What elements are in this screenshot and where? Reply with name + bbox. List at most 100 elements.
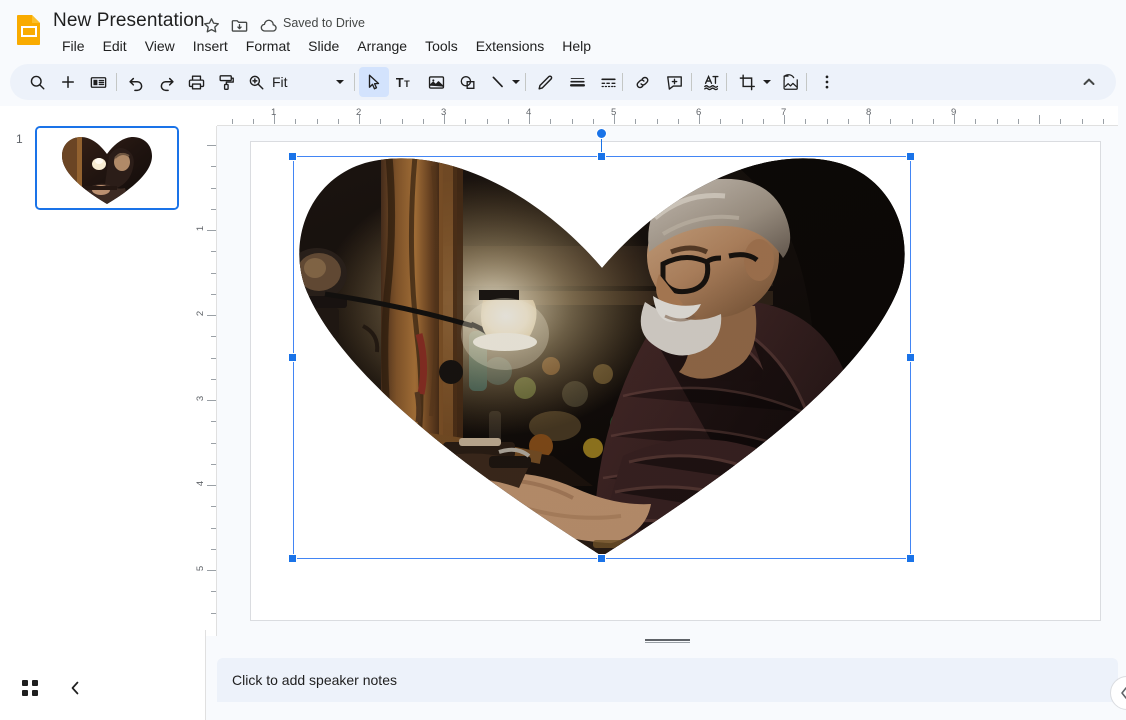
- ruler-number-h: 6: [696, 107, 702, 118]
- ruler-tick: [211, 251, 216, 253]
- slides-logo-icon[interactable]: [14, 14, 44, 46]
- insert-image-icon[interactable]: [421, 67, 451, 97]
- thumbnail-heart-image: [62, 137, 152, 204]
- chevron-down-icon-zoom[interactable]: [332, 67, 348, 97]
- menu-edit[interactable]: Edit: [94, 36, 136, 56]
- ruler-tick: [211, 293, 216, 295]
- print-icon[interactable]: [181, 67, 211, 97]
- speaker-notes-placeholder: Click to add speaker notes: [232, 672, 397, 688]
- ruler-corner: [197, 106, 217, 126]
- divider: [622, 73, 623, 91]
- menu-file[interactable]: File: [53, 36, 94, 56]
- ruler-number-h: 4: [526, 107, 532, 118]
- ruler-tick: [486, 119, 488, 124]
- resize-handle-middle-right[interactable]: [906, 353, 915, 362]
- ruler-tick: [1081, 119, 1083, 124]
- chevron-down-icon-crop[interactable]: [759, 67, 775, 97]
- menu-tools[interactable]: Tools: [416, 36, 467, 56]
- resize-handle-middle-left[interactable]: [288, 353, 297, 362]
- ruler-tick: [207, 315, 216, 316]
- paint-format-icon[interactable]: [211, 67, 241, 97]
- zoom-level-label[interactable]: Fit: [272, 67, 288, 97]
- slide-canvas-area: [217, 126, 1118, 636]
- resize-handle-bottom-center[interactable]: [597, 554, 606, 563]
- menu-view[interactable]: View: [136, 36, 184, 56]
- redo-icon[interactable]: [151, 67, 181, 97]
- ruler-tick: [507, 119, 509, 124]
- resize-handle-bottom-left[interactable]: [288, 554, 297, 563]
- insert-link-icon[interactable]: [627, 67, 657, 97]
- resize-handle-top-center[interactable]: [597, 152, 606, 161]
- ruler-tick: [422, 119, 424, 124]
- menu-help[interactable]: Help: [553, 36, 600, 56]
- text-box-icon[interactable]: T T: [390, 67, 420, 97]
- ruler-tick: [1017, 119, 1019, 124]
- shape-icon[interactable]: [452, 67, 482, 97]
- menu-insert[interactable]: Insert: [184, 36, 237, 56]
- ruler-tick: [550, 119, 552, 124]
- menu-extensions[interactable]: Extensions: [467, 36, 553, 56]
- ruler-tick: [677, 119, 679, 124]
- vertical-ruler[interactable]: 1 2 3 4 5: [195, 126, 217, 636]
- grid-view-icon[interactable]: [18, 676, 42, 700]
- divider: [116, 73, 117, 91]
- star-icon[interactable]: [202, 16, 222, 36]
- rotate-handle[interactable]: [596, 128, 607, 139]
- ruler-tick: [720, 119, 722, 124]
- resize-handle-top-left[interactable]: [288, 152, 297, 161]
- slide-canvas[interactable]: [250, 128, 1101, 621]
- crop-icon[interactable]: [732, 67, 762, 97]
- ruler-tick: [211, 208, 216, 210]
- resize-handle-bottom-right[interactable]: [906, 554, 915, 563]
- more-options-icon[interactable]: [812, 67, 842, 97]
- ruler-tick: [231, 119, 233, 124]
- ruler-tick: [592, 119, 594, 124]
- speaker-notes-panel[interactable]: Click to add speaker notes: [217, 658, 1118, 702]
- chevron-left-icon[interactable]: [64, 676, 86, 700]
- ruler-number-h: 3: [441, 107, 447, 118]
- ruler-tick: [211, 378, 216, 380]
- google-slides-window: New Presentation Saved to Drive File Edi…: [0, 0, 1126, 720]
- ruler-tick: [211, 187, 216, 189]
- ruler-tick: [316, 119, 318, 124]
- collapse-toolbar-icon[interactable]: [1074, 67, 1104, 97]
- layout-icon[interactable]: [83, 67, 113, 97]
- pen-icon[interactable]: [530, 67, 560, 97]
- cloud-saved-icon[interactable]: [259, 16, 279, 36]
- ruler-number-h: 2: [356, 107, 362, 118]
- horizontal-ruler[interactable]: 1 2 3 4 5 6 7 8 9: [217, 106, 1118, 126]
- save-status-label: Saved to Drive: [283, 16, 365, 30]
- ruler-tick: [211, 463, 216, 465]
- line-weight-icon[interactable]: [562, 67, 592, 97]
- resize-handle-top-right[interactable]: [906, 152, 915, 161]
- notes-resize-handle[interactable]: [645, 639, 690, 643]
- text-color-icon[interactable]: [696, 67, 726, 97]
- move-to-folder-icon[interactable]: [230, 16, 250, 36]
- svg-text:T: T: [396, 76, 404, 90]
- menu-format[interactable]: Format: [237, 36, 299, 56]
- zoom-icon[interactable]: [241, 67, 271, 97]
- add-slide-icon[interactable]: [53, 67, 83, 97]
- line-dash-icon[interactable]: [593, 67, 623, 97]
- select-tool-icon[interactable]: [359, 67, 389, 97]
- document-title[interactable]: New Presentation: [53, 10, 205, 32]
- menu-slide[interactable]: Slide: [299, 36, 348, 56]
- ruler-number-h: 1: [271, 107, 277, 118]
- ruler-tick: [211, 336, 216, 338]
- search-icon[interactable]: [22, 67, 52, 97]
- ruler-tick: [211, 527, 216, 529]
- menu-arrange[interactable]: Arrange: [348, 36, 416, 56]
- undo-icon[interactable]: [121, 67, 151, 97]
- heart-masked-workshop-photo[interactable]: [293, 156, 911, 559]
- ruler-tick: [211, 548, 216, 550]
- chevron-down-icon-line[interactable]: [508, 67, 524, 97]
- ruler-number-h: 5: [611, 107, 617, 118]
- add-comment-icon[interactable]: [659, 67, 689, 97]
- ruler-tick: [741, 119, 743, 124]
- reset-image-icon[interactable]: [775, 67, 805, 97]
- ruler-number-v: 4: [195, 480, 207, 487]
- ruler-tick: [762, 119, 764, 124]
- ruler-number-v: 2: [195, 310, 207, 317]
- ruler-tick: [932, 119, 934, 124]
- slide-thumbnail-1[interactable]: [35, 126, 179, 210]
